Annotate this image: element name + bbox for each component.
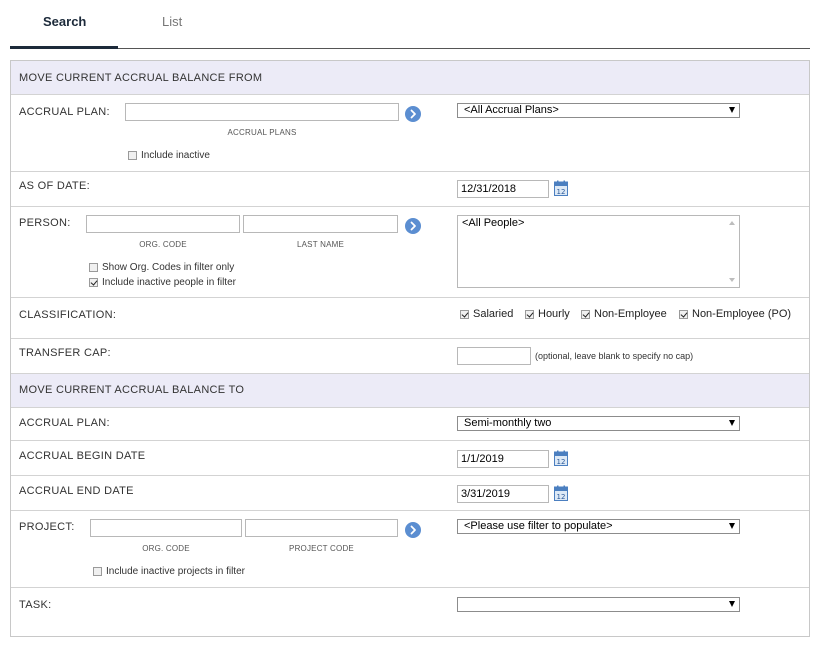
checkbox-label: Show Org. Codes in filter only [102, 262, 235, 273]
section-header-from: MOVE CURRENT ACCRUAL BALANCE FROM [11, 61, 809, 95]
transfer-cap-input[interactable] [457, 347, 531, 365]
as-of-date-input[interactable] [457, 180, 549, 198]
section-title: MOVE CURRENT ACCRUAL BALANCE FROM [19, 72, 263, 84]
row-person: PERSON: ORG. CODE LAST NAME Show Org. Co… [11, 207, 809, 298]
list-item[interactable]: <All People> [462, 217, 524, 229]
transfer-cap-label: TRANSFER CAP: [19, 347, 111, 359]
listbox-scrollbar[interactable] [725, 216, 739, 287]
accrual-plan-label: ACCRUAL PLAN: [19, 106, 110, 118]
arrow-right-circle-icon[interactable] [405, 218, 421, 234]
tab-bar: Search List [10, 0, 810, 49]
include-inactive-projects-checkbox[interactable]: Include inactive projects in filter [93, 566, 245, 577]
checkbox-box [525, 309, 534, 319]
scroll-up-icon[interactable] [729, 221, 735, 225]
svg-text:12: 12 [557, 493, 566, 501]
row-task: TASK: [11, 588, 809, 636]
row-classification: CLASSIFICATION: Salaried Hourly Non-Empl… [11, 298, 809, 339]
section-title: MOVE CURRENT ACCRUAL BALANCE TO [19, 384, 245, 396]
person-label: PERSON: [19, 217, 71, 229]
checkbox-box [679, 309, 688, 319]
checkbox-box [89, 278, 98, 287]
tab-list[interactable]: List [162, 14, 182, 29]
person-org-code-input[interactable] [86, 215, 240, 233]
to-accrual-plan-select[interactable]: Semi-monthly two [457, 416, 740, 431]
non-employee-po-checkbox[interactable]: Non-Employee (PO) [679, 308, 791, 320]
row-accrual-end-date: ACCRUAL END DATE 12 [11, 476, 809, 511]
scroll-down-icon[interactable] [729, 278, 735, 282]
accrual-plan-input[interactable] [125, 103, 399, 121]
non-employee-checkbox[interactable]: Non-Employee [581, 308, 667, 320]
transfer-cap-note: (optional, leave blank to specify no cap… [535, 351, 694, 361]
checkbox-box [581, 309, 590, 319]
arrow-right-circle-icon[interactable] [405, 522, 421, 538]
checkbox-label: Non-Employee [594, 308, 667, 320]
project-org-code-input[interactable] [90, 519, 242, 537]
include-inactive-people-checkbox[interactable]: Include inactive people in filter [89, 277, 236, 288]
hourly-checkbox[interactable]: Hourly [525, 308, 570, 320]
person-last-name-input[interactable] [243, 215, 398, 233]
row-to-accrual-plan: ACCRUAL PLAN: Semi-monthly two [11, 408, 809, 441]
task-label: TASK: [19, 599, 52, 611]
include-inactive-plans-checkbox[interactable]: Include inactive [128, 150, 210, 161]
select-value: <All Accrual Plans> [464, 104, 559, 116]
calendar-icon[interactable]: 12 [554, 485, 568, 501]
checkbox-label: Hourly [538, 308, 570, 320]
checkbox-label: Include inactive people in filter [102, 277, 236, 288]
tab-search[interactable]: Search [43, 14, 86, 29]
task-select[interactable] [457, 597, 740, 612]
salaried-checkbox[interactable]: Salaried [460, 308, 513, 320]
project-select[interactable]: <Please use filter to populate> [457, 519, 740, 534]
accrual-end-date-label: ACCRUAL END DATE [19, 485, 134, 497]
arrow-right-circle-icon[interactable] [405, 106, 421, 122]
project-label: PROJECT: [19, 521, 75, 533]
accrual-begin-date-input[interactable] [457, 450, 549, 468]
accrual-plan-label: ACCRUAL PLAN: [19, 417, 110, 429]
select-value: Semi-monthly two [464, 417, 552, 429]
active-tab-indicator [10, 46, 118, 49]
svg-text:12: 12 [557, 188, 566, 196]
row-accrual-begin-date: ACCRUAL BEGIN DATE 12 [11, 441, 809, 476]
chevron-down-icon [729, 420, 735, 426]
checkbox-box [128, 151, 137, 160]
last-name-sublabel: LAST NAME [297, 240, 344, 249]
row-as-of-date: AS OF DATE: 12 [11, 172, 809, 207]
row-from-accrual-plan: ACCRUAL PLAN: ACCRUAL PLANS Include inac… [11, 95, 809, 172]
checkbox-box [460, 309, 469, 319]
row-transfer-cap: TRANSFER CAP: (optional, leave blank to … [11, 339, 809, 374]
accrual-begin-date-label: ACCRUAL BEGIN DATE [19, 450, 146, 462]
chevron-down-icon [729, 523, 735, 529]
as-of-date-label: AS OF DATE: [19, 180, 90, 192]
checkbox-box [89, 263, 98, 272]
checkbox-label: Non-Employee (PO) [692, 308, 792, 320]
section-header-to: MOVE CURRENT ACCRUAL BALANCE TO [11, 374, 809, 408]
form-panel: MOVE CURRENT ACCRUAL BALANCE FROM ACCRUA… [10, 60, 810, 637]
checkbox-label: Include inactive projects in filter [106, 566, 245, 577]
classification-label: CLASSIFICATION: [19, 309, 117, 321]
accrual-end-date-input[interactable] [457, 485, 549, 503]
chevron-down-icon [729, 601, 735, 607]
people-listbox[interactable]: <All People> [457, 215, 740, 288]
checkbox-label: Include inactive [141, 150, 210, 161]
svg-text:12: 12 [557, 458, 566, 466]
calendar-icon[interactable]: 12 [554, 180, 568, 196]
select-value: <Please use filter to populate> [464, 520, 613, 532]
calendar-icon[interactable]: 12 [554, 450, 568, 466]
checkbox-box [93, 567, 102, 576]
org-code-sublabel: ORG. CODE [139, 240, 187, 249]
chevron-down-icon [729, 107, 735, 113]
project-code-input[interactable] [245, 519, 398, 537]
checkbox-label: Salaried [473, 308, 514, 320]
accrual-plans-sublabel: ACCRUAL PLANS [227, 128, 297, 137]
accrual-plans-select[interactable]: <All Accrual Plans> [457, 103, 740, 118]
project-code-sublabel: PROJECT CODE [289, 544, 354, 553]
row-project: PROJECT: ORG. CODE PROJECT CODE Include … [11, 511, 809, 588]
org-code-sublabel: ORG. CODE [142, 544, 190, 553]
show-org-codes-checkbox[interactable]: Show Org. Codes in filter only [89, 262, 234, 273]
